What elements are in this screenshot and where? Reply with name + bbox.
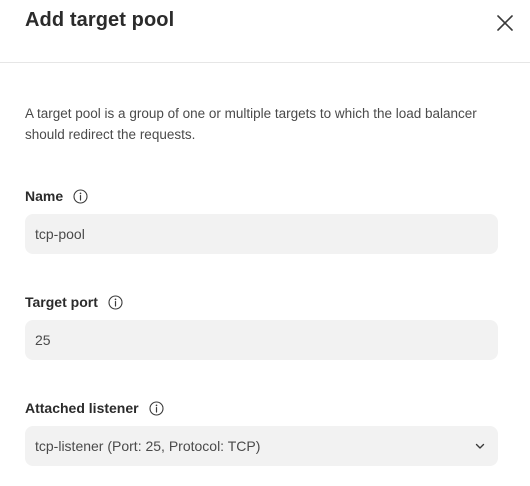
info-icon[interactable]	[73, 188, 88, 204]
chevron-down-icon	[474, 440, 486, 452]
target-port-input[interactable]	[25, 320, 498, 360]
close-button[interactable]	[494, 12, 516, 34]
name-field-label: Name	[25, 188, 88, 204]
target-port-field-label: Target port	[25, 294, 123, 310]
attached-listener-select[interactable]: tcp-listener (Port: 25, Protocol: TCP)	[25, 426, 498, 466]
add-target-pool-dialog: Add target pool A target pool is a group…	[0, 0, 530, 486]
attached-listener-field-label: Attached listener	[25, 400, 164, 416]
dialog-header: Add target pool	[0, 0, 530, 63]
target-port-label-text: Target port	[25, 294, 98, 310]
close-icon	[494, 12, 516, 34]
attached-listener-selected-value: tcp-listener (Port: 25, Protocol: TCP)	[35, 438, 261, 454]
info-icon[interactable]	[149, 400, 164, 416]
info-icon[interactable]	[108, 294, 123, 310]
dialog-title: Add target pool	[25, 9, 175, 31]
name-label-text: Name	[25, 188, 64, 204]
attached-listener-label-text: Attached listener	[25, 400, 139, 416]
dialog-description: A target pool is a group of one or multi…	[25, 106, 477, 142]
name-input[interactable]	[25, 214, 498, 254]
